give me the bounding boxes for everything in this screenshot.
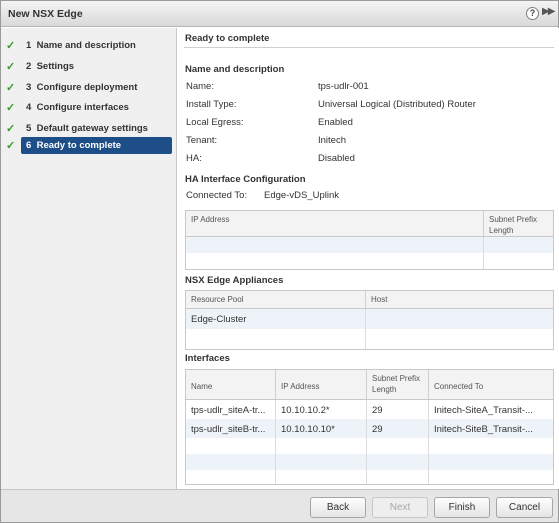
table-row — [186, 237, 553, 253]
column-header-ip-address[interactable]: IP Address — [186, 211, 484, 236]
ha-label: HA: — [186, 153, 202, 164]
step-number: 5 — [26, 123, 32, 134]
name-value: tps-udlr-001 — [318, 81, 369, 92]
column-header-resource-pool[interactable]: Resource Pool — [186, 291, 366, 308]
step-number: 1 — [26, 40, 32, 51]
table-header: Resource Pool Host — [186, 291, 553, 309]
checkmark-icon: ✓ — [6, 61, 16, 73]
table-row — [186, 329, 553, 349]
interfaces-section-heading: Interfaces — [185, 353, 230, 364]
step-label: Ready to complete — [36, 140, 122, 151]
help-icon[interactable]: ? — [526, 7, 539, 20]
step-configure-deployment[interactable]: ✓ 3 Configure deployment — [1, 79, 177, 97]
column-header-name[interactable]: Name — [186, 370, 276, 399]
column-header-subnet-prefix-length[interactable]: Subnet Prefix Length — [484, 211, 553, 236]
step-label: Name and description — [36, 40, 136, 51]
checkmark-icon: ✓ — [6, 123, 16, 135]
step-label: Settings — [36, 61, 75, 72]
column-header-connected-to[interactable]: Connected To — [429, 370, 553, 399]
step-settings[interactable]: ✓ 2 Settings — [1, 58, 177, 76]
table-row — [186, 438, 553, 454]
tenant-value: Initech — [318, 135, 346, 146]
wizard-steps: ✓ 1 Name and description ✓ 2 Settings ✓ … — [1, 28, 177, 489]
checkmark-icon: ✓ — [6, 140, 16, 152]
table-row[interactable]: tps-udlr_siteA-tr... 10.10.10.2* 29 Init… — [186, 400, 553, 419]
interface-ip-cell: 10.10.10.10* — [276, 419, 367, 438]
resource-pool-cell: Edge-Cluster — [186, 309, 366, 329]
interface-prefix-cell: 29 — [367, 400, 429, 419]
step-number: 3 — [26, 82, 32, 93]
interface-name-cell: tps-udlr_siteA-tr... — [186, 400, 276, 419]
back-button[interactable]: Back — [310, 497, 366, 518]
host-cell — [366, 309, 553, 329]
table-row — [186, 470, 553, 484]
step-label: Configure interfaces — [36, 102, 129, 113]
tenant-label: Tenant: — [186, 135, 218, 146]
review-panel: Ready to complete Name and description N… — [178, 28, 559, 489]
step-number: 6 — [26, 140, 32, 151]
dialog-footer: Back Next Finish Cancel — [1, 489, 558, 522]
name-section-heading: Name and description — [185, 64, 285, 75]
cancel-button[interactable]: Cancel — [496, 497, 553, 518]
connected-to-value: Edge-vDS_Uplink — [264, 190, 339, 201]
interfaces-table: Name IP Address Subnet Prefix Length Con… — [185, 369, 554, 485]
expand-icon[interactable]: ▶▶ — [542, 6, 555, 17]
interface-ip-cell: 10.10.10.2* — [276, 400, 367, 419]
name-label: Name: — [186, 81, 214, 92]
appliances-section-heading: NSX Edge Appliances — [185, 275, 284, 286]
title-bar: New NSX Edge ? ▶▶ — [1, 1, 558, 27]
checkmark-icon: ✓ — [6, 82, 16, 94]
ha-section-heading: HA Interface Configuration — [185, 174, 306, 185]
checkmark-icon: ✓ — [6, 102, 16, 114]
table-row[interactable]: Edge-Cluster — [186, 309, 553, 329]
step-number: 2 — [26, 61, 32, 72]
next-button[interactable]: Next — [372, 497, 428, 518]
interface-connected-cell: Initech-SiteA_Transit-... — [434, 405, 533, 416]
appliances-table: Resource Pool Host Edge-Cluster — [185, 290, 554, 350]
install-type-label: Install Type: — [186, 99, 237, 110]
table-row[interactable]: tps-udlr_siteB-tr... 10.10.10.10* 29 Ini… — [186, 419, 553, 438]
step-label: Default gateway settings — [36, 123, 148, 134]
ha-ip-table: IP Address Subnet Prefix Length — [185, 210, 554, 270]
new-nsx-edge-dialog: New NSX Edge ? ▶▶ ✓ 1 Name and descripti… — [0, 0, 559, 523]
page-title: Ready to complete — [185, 33, 270, 44]
install-type-value: Universal Logical (Distributed) Router — [318, 99, 476, 110]
step-name-and-description[interactable]: ✓ 1 Name and description — [1, 37, 177, 55]
step-configure-interfaces[interactable]: ✓ 4 Configure interfaces — [1, 99, 177, 117]
table-header: Name IP Address Subnet Prefix Length Con… — [186, 370, 553, 400]
interface-name-cell: tps-udlr_siteB-tr... — [186, 419, 276, 438]
dialog-title: New NSX Edge — [8, 8, 83, 20]
table-row — [186, 454, 553, 470]
title-divider — [184, 47, 554, 48]
step-ready-to-complete[interactable]: ✓ 6 Ready to complete — [1, 137, 177, 155]
local-egress-label: Local Egress: — [186, 117, 244, 128]
column-header-ip-address[interactable]: IP Address — [276, 370, 367, 399]
checkmark-icon: ✓ — [6, 40, 16, 52]
column-header-subnet-prefix-length[interactable]: Subnet Prefix Length — [367, 370, 429, 399]
connected-to-label: Connected To: — [186, 190, 248, 201]
step-default-gateway-settings[interactable]: ✓ 5 Default gateway settings — [1, 120, 177, 138]
ha-value: Disabled — [318, 153, 355, 164]
finish-button[interactable]: Finish — [434, 497, 490, 518]
table-row — [186, 253, 553, 269]
interface-prefix-cell: 29 — [367, 419, 429, 438]
step-label: Configure deployment — [36, 82, 138, 93]
column-header-host[interactable]: Host — [366, 291, 553, 308]
interface-connected-cell: Initech-SiteB_Transit-... — [434, 424, 533, 435]
table-header: IP Address Subnet Prefix Length — [186, 211, 553, 237]
local-egress-value: Enabled — [318, 117, 353, 128]
step-number: 4 — [26, 102, 32, 113]
